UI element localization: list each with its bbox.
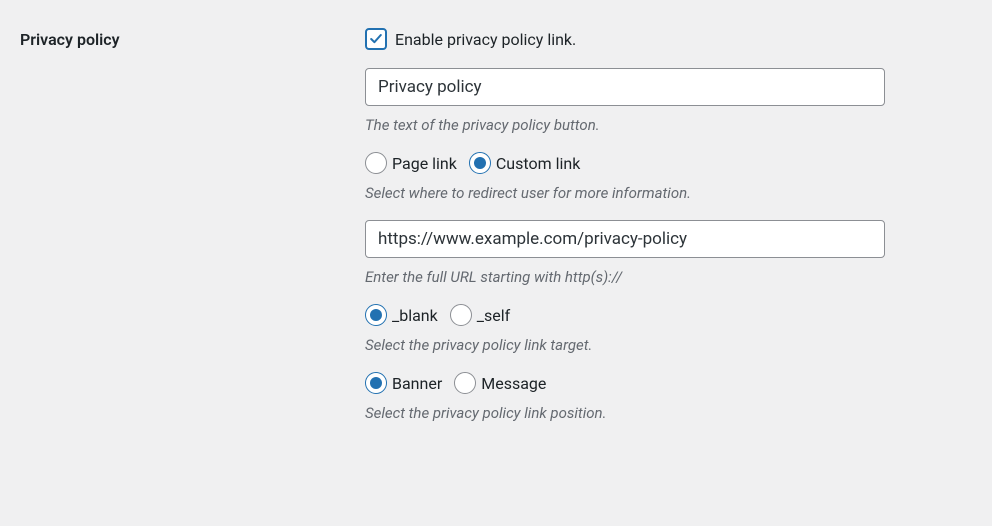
radio-position-message-label: Message [481, 374, 546, 393]
radio-custom-link-label: Custom link [496, 154, 580, 173]
check-icon [368, 31, 384, 47]
url-input[interactable] [365, 220, 885, 258]
target-radio-group: _blank _self [365, 304, 925, 326]
radio-page-link[interactable]: Page link [365, 152, 457, 174]
radio-target-blank-label: _blank [392, 306, 438, 325]
radio-page-link-control[interactable] [365, 152, 387, 174]
position-description: Select the privacy policy link position. [365, 404, 925, 422]
enable-privacy-label: Enable privacy policy link. [395, 30, 576, 49]
enable-privacy-checkbox-row[interactable]: Enable privacy policy link. [365, 28, 925, 50]
radio-target-self-control[interactable] [450, 304, 472, 326]
radio-position-message-control[interactable] [454, 372, 476, 394]
button-text-description: The text of the privacy policy button. [365, 116, 925, 134]
target-description: Select the privacy policy link target. [365, 336, 925, 354]
radio-target-blank-control[interactable] [365, 304, 387, 326]
radio-custom-link-control[interactable] [469, 152, 491, 174]
radio-page-link-label: Page link [392, 154, 457, 173]
url-description: Enter the full URL starting with http(s)… [365, 268, 925, 286]
radio-position-banner[interactable]: Banner [365, 372, 442, 394]
enable-privacy-checkbox[interactable] [365, 28, 387, 50]
radio-position-banner-label: Banner [392, 374, 442, 393]
link-type-description: Select where to redirect user for more i… [365, 184, 925, 202]
link-type-radio-group: Page link Custom link [365, 152, 925, 174]
position-radio-group: Banner Message [365, 372, 925, 394]
radio-custom-link[interactable]: Custom link [469, 152, 580, 174]
field-column: Enable privacy policy link. The text of … [365, 28, 925, 440]
radio-target-self[interactable]: _self [450, 304, 510, 326]
radio-position-banner-control[interactable] [365, 372, 387, 394]
button-text-input[interactable] [365, 68, 885, 106]
privacy-policy-section: Privacy policy Enable privacy policy lin… [20, 28, 972, 440]
radio-target-blank[interactable]: _blank [365, 304, 438, 326]
radio-position-message[interactable]: Message [454, 372, 546, 394]
section-label: Privacy policy [20, 28, 365, 49]
radio-target-self-label: _self [477, 306, 510, 325]
